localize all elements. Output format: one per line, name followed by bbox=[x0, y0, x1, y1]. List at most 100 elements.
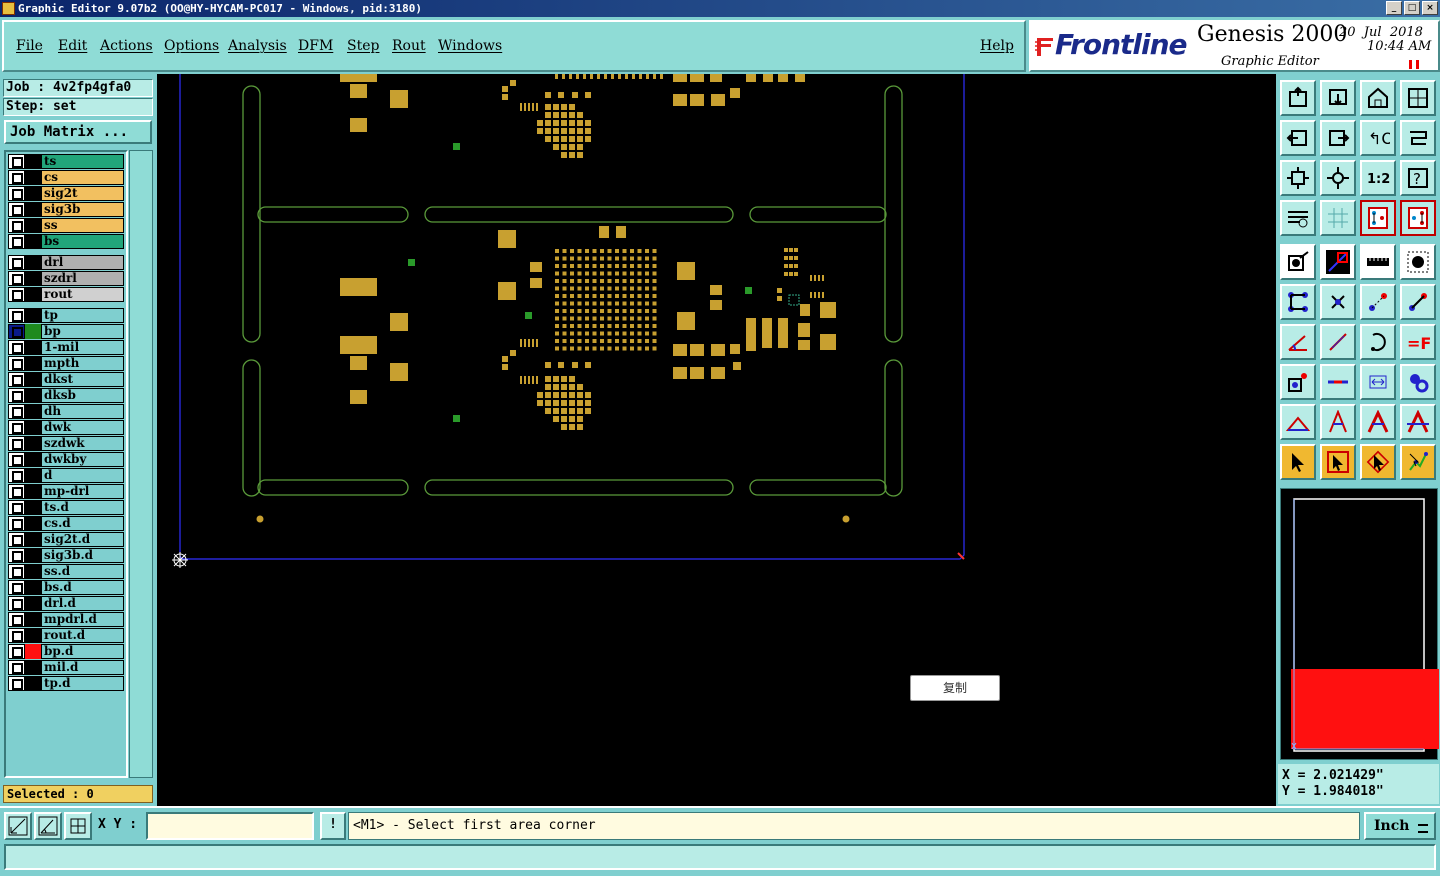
layer-checkbox[interactable] bbox=[8, 660, 25, 675]
layer-row-1-mil[interactable]: 1-mil bbox=[8, 340, 124, 355]
layer-name[interactable]: d bbox=[41, 468, 124, 483]
save-button[interactable] bbox=[1320, 80, 1356, 116]
zoom-prev-button[interactable] bbox=[1280, 120, 1316, 156]
layer-name[interactable]: mp-drl bbox=[41, 484, 124, 499]
layer-row-dh[interactable]: dh bbox=[8, 404, 124, 419]
layer-scrollbar[interactable] bbox=[129, 150, 153, 778]
arc-button[interactable] bbox=[1360, 324, 1396, 360]
layer-checkbox[interactable] bbox=[8, 580, 25, 595]
layer-row-bp[interactable]: bp bbox=[8, 324, 124, 339]
layer-name[interactable]: ts.d bbox=[41, 500, 124, 515]
triangle-c-button[interactable] bbox=[1360, 404, 1396, 440]
layer-checkbox[interactable] bbox=[8, 324, 25, 339]
zoom-next-button[interactable] bbox=[1320, 120, 1356, 156]
angle-button[interactable] bbox=[34, 812, 62, 840]
layer-row-sig2t.d[interactable]: sig2t.d bbox=[8, 532, 124, 547]
snap-button[interactable] bbox=[4, 812, 32, 840]
pause-icon[interactable] bbox=[1409, 60, 1419, 69]
layer-checkbox[interactable] bbox=[8, 420, 25, 435]
cut-line-button[interactable] bbox=[1320, 364, 1356, 400]
layer-row-bs.d[interactable]: bs.d bbox=[8, 580, 124, 595]
select-net-button[interactable] bbox=[1400, 444, 1436, 480]
triangle-a-button[interactable] bbox=[1280, 404, 1316, 440]
layer-row-mpth[interactable]: mpth bbox=[8, 356, 124, 371]
add-pad-button[interactable] bbox=[1280, 244, 1316, 280]
layer-checkbox[interactable] bbox=[8, 596, 25, 611]
layer-checkbox[interactable] bbox=[8, 271, 25, 286]
units-selector[interactable]: Inch bbox=[1364, 812, 1436, 840]
layer-row-bs[interactable]: bs bbox=[8, 234, 124, 249]
layer-checkbox[interactable] bbox=[8, 340, 25, 355]
layer-checkbox[interactable] bbox=[8, 436, 25, 451]
layer-name[interactable]: tp.d bbox=[41, 676, 124, 691]
layer-row-szdwk[interactable]: szdwk bbox=[8, 436, 124, 451]
layer-name[interactable]: mil.d bbox=[41, 660, 124, 675]
layer-name[interactable]: bp bbox=[41, 324, 124, 339]
layer-row-ts[interactable]: ts bbox=[8, 154, 124, 169]
layer-checkbox[interactable] bbox=[8, 484, 25, 499]
copy-popup-button[interactable]: 复制 bbox=[910, 675, 1000, 701]
delete-node-button[interactable] bbox=[1320, 284, 1356, 320]
layer-row-dwk[interactable]: dwk bbox=[8, 420, 124, 435]
zoom-fit-button[interactable] bbox=[1280, 160, 1316, 196]
layer-checkbox[interactable] bbox=[8, 628, 25, 643]
layer-row-tp.d[interactable]: tp.d bbox=[8, 676, 124, 691]
add-node-button[interactable] bbox=[1400, 284, 1436, 320]
layer-checkbox[interactable] bbox=[8, 356, 25, 371]
layer-name[interactable]: dkst bbox=[41, 372, 124, 387]
layer-checkbox[interactable] bbox=[8, 202, 25, 217]
connect-nodes-button[interactable] bbox=[1280, 284, 1316, 320]
layer-checkbox[interactable] bbox=[8, 500, 25, 515]
layer-name[interactable]: mpth bbox=[41, 356, 124, 371]
layer-row-drl[interactable]: drl bbox=[8, 255, 124, 270]
layer-row-d[interactable]: d bbox=[8, 468, 124, 483]
layer-row-bp.d[interactable]: bp.d bbox=[8, 644, 124, 659]
layer-name[interactable]: ss.d bbox=[41, 564, 124, 579]
layer-row-mil.d[interactable]: mil.d bbox=[8, 660, 124, 675]
layer-name[interactable]: rout.d bbox=[41, 628, 124, 643]
dashed-circle-button[interactable] bbox=[1400, 244, 1436, 280]
layer-compare-2-button[interactable] bbox=[1400, 200, 1436, 236]
redraw-button[interactable] bbox=[1400, 120, 1436, 156]
layer-name[interactable]: sig2t.d bbox=[41, 532, 124, 547]
layer-checkbox[interactable] bbox=[8, 404, 25, 419]
layer-checkbox[interactable] bbox=[8, 170, 25, 185]
layer-checkbox[interactable] bbox=[8, 234, 25, 249]
menu-file[interactable]: File bbox=[16, 38, 43, 54]
menu-step[interactable]: Step bbox=[347, 38, 379, 54]
grid-button[interactable] bbox=[64, 812, 92, 840]
layer-checkbox[interactable] bbox=[8, 644, 25, 659]
window-split-button[interactable] bbox=[1400, 80, 1436, 116]
add-line-button[interactable] bbox=[1320, 244, 1356, 280]
layer-name[interactable]: 1-mil bbox=[41, 340, 124, 355]
layer-name[interactable]: bs bbox=[41, 234, 124, 249]
dimension-button[interactable] bbox=[1360, 364, 1396, 400]
layer-row-rout.d[interactable]: rout.d bbox=[8, 628, 124, 643]
menu-options[interactable]: Options bbox=[164, 38, 219, 54]
layer-compare-button[interactable] bbox=[1360, 200, 1396, 236]
pan-button[interactable]: ↰O bbox=[1360, 120, 1396, 156]
layer-name[interactable]: mpdrl.d bbox=[41, 612, 124, 627]
triangle-b-button[interactable] bbox=[1320, 404, 1356, 440]
layer-checkbox[interactable] bbox=[8, 564, 25, 579]
layer-row-szdrl[interactable]: szdrl bbox=[8, 271, 124, 286]
layer-row-sig3b[interactable]: sig3b bbox=[8, 202, 124, 217]
layer-checkbox[interactable] bbox=[8, 516, 25, 531]
layer-name[interactable]: cs.d bbox=[41, 516, 124, 531]
layer-checkbox[interactable] bbox=[8, 372, 25, 387]
layer-name[interactable]: dwk bbox=[41, 420, 124, 435]
layer-name[interactable]: drl.d bbox=[41, 596, 124, 611]
minimize-button[interactable]: _ bbox=[1386, 1, 1402, 15]
layer-row-mp-drl[interactable]: mp-drl bbox=[8, 484, 124, 499]
layer-name[interactable]: ts bbox=[41, 154, 124, 169]
layer-row-drl.d[interactable]: drl.d bbox=[8, 596, 124, 611]
layer-row-dkst[interactable]: dkst bbox=[8, 372, 124, 387]
resize-button[interactable] bbox=[1400, 364, 1436, 400]
layer-name[interactable]: szdrl bbox=[41, 271, 124, 286]
layer-checkbox[interactable] bbox=[8, 612, 25, 627]
layer-row-rout[interactable]: rout bbox=[8, 287, 124, 302]
layer-name[interactable]: drl bbox=[41, 255, 124, 270]
text-feature-button[interactable]: =F bbox=[1400, 324, 1436, 360]
layer-name[interactable]: sig2t bbox=[41, 186, 124, 201]
pcb-drawing[interactable] bbox=[157, 74, 1276, 806]
